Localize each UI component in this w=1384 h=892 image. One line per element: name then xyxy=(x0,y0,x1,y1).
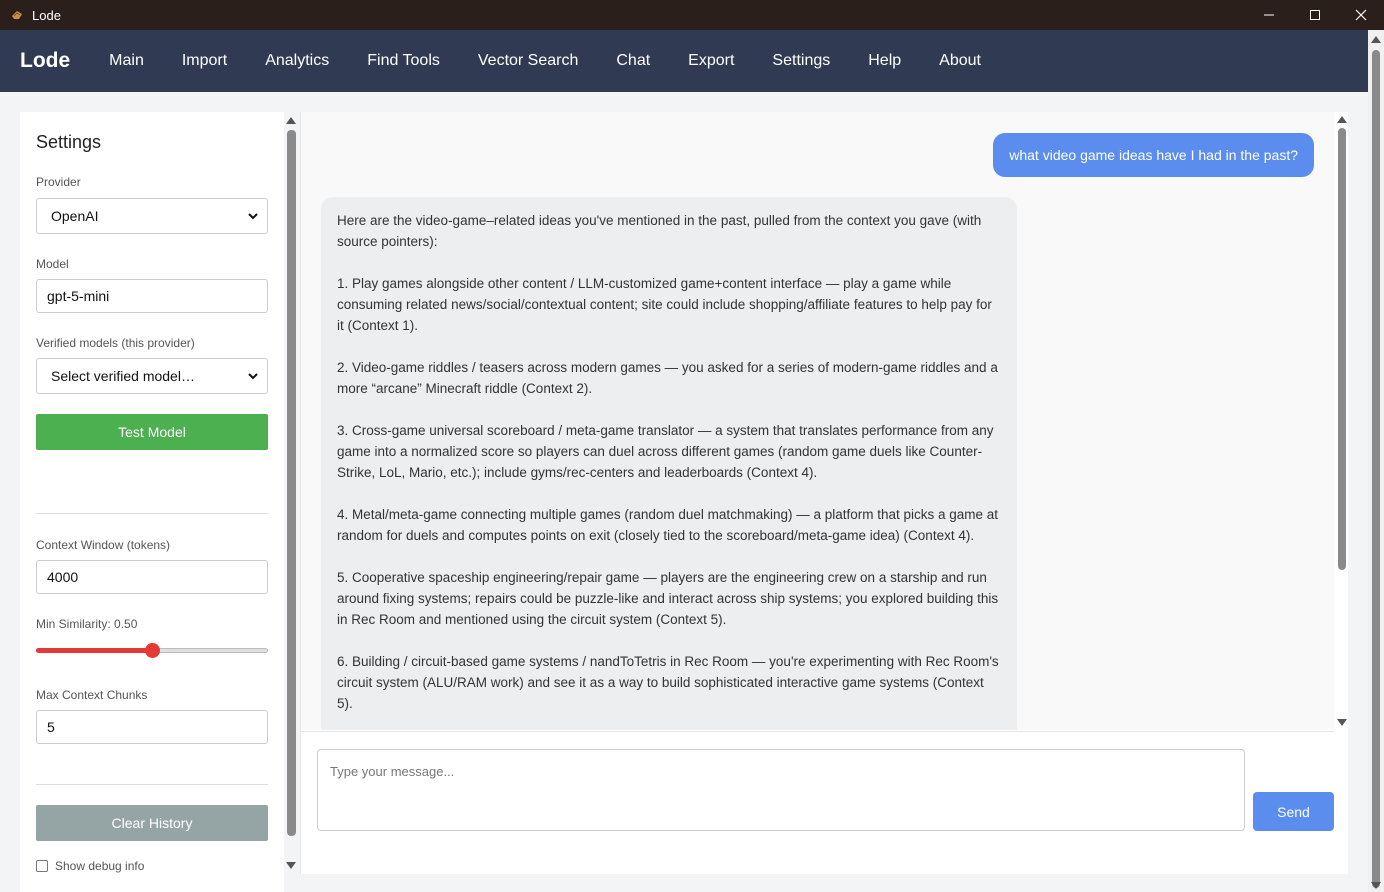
minimize-button[interactable] xyxy=(1246,0,1292,30)
context-window-input[interactable]: 4000 xyxy=(36,560,268,594)
send-button[interactable]: Send xyxy=(1253,792,1334,831)
model-input[interactable]: gpt-5-mini xyxy=(36,279,268,313)
assistant-paragraph: 1. Play games alongside other content / … xyxy=(337,276,992,333)
nav-analytics[interactable]: Analytics xyxy=(265,52,329,70)
max-chunks-input[interactable]: 5 xyxy=(36,710,268,744)
provider-select-value: OpenAI xyxy=(51,208,99,224)
model-label: Model xyxy=(36,257,69,271)
assistant-paragraph: 3. Cross-game universal scoreboard / met… xyxy=(337,423,994,480)
debug-checkbox[interactable] xyxy=(36,860,48,872)
nav-help[interactable]: Help xyxy=(868,52,901,70)
assistant-message-bubble: Here are the video-game–related ideas yo… xyxy=(321,197,1017,730)
scroll-up-arrow-icon[interactable] xyxy=(286,117,296,124)
chat-panel: what video game ideas have I had in the … xyxy=(300,112,1348,874)
test-model-button[interactable]: Test Model xyxy=(36,414,268,450)
nav-main[interactable]: Main xyxy=(109,52,144,70)
provider-label: Provider xyxy=(36,175,81,189)
nav-about[interactable]: About xyxy=(939,52,981,70)
maximize-icon xyxy=(1310,10,1320,20)
nav-vector-search[interactable]: Vector Search xyxy=(478,52,579,70)
verified-models-value: Select verified model… xyxy=(51,368,195,384)
debug-checkbox-label: Show debug info xyxy=(55,859,145,873)
scroll-up-arrow-icon[interactable] xyxy=(1337,116,1347,123)
sidebar-divider xyxy=(36,784,268,785)
top-navbar: Lode Main Import Analytics Find Tools Ve… xyxy=(0,30,1368,92)
close-button[interactable] xyxy=(1338,0,1384,30)
nav-settings[interactable]: Settings xyxy=(772,52,830,70)
close-icon xyxy=(1355,9,1367,21)
scroll-down-arrow-icon[interactable] xyxy=(1371,882,1381,889)
window-title: Lode xyxy=(32,7,61,23)
sidebar-title: Settings xyxy=(36,132,102,152)
window-scrollbar[interactable] xyxy=(1368,30,1384,892)
nav-chat[interactable]: Chat xyxy=(616,52,650,70)
sidebar-scroll-thumb[interactable] xyxy=(287,130,296,836)
provider-select[interactable]: OpenAI xyxy=(36,198,268,234)
chat-scrollbar[interactable] xyxy=(1334,112,1349,730)
assistant-paragraph: 2. Video-game riddles / teasers across m… xyxy=(337,360,998,396)
message-input[interactable]: Type your message... xyxy=(317,749,1245,831)
chevron-down-icon xyxy=(248,373,258,380)
assistant-paragraph: 5. Cooperative spaceship engineering/rep… xyxy=(337,570,999,627)
max-chunks-label: Max Context Chunks xyxy=(36,688,148,702)
debug-checkbox-row[interactable]: Show debug info xyxy=(36,859,144,873)
scroll-up-arrow-icon[interactable] xyxy=(1371,36,1381,43)
user-message-bubble: what video game ideas have I had in the … xyxy=(993,133,1314,177)
settings-sidebar: Settings Provider OpenAI Model gpt-5-min… xyxy=(20,112,284,892)
minimize-icon xyxy=(1264,14,1274,16)
context-window-label: Context Window (tokens) xyxy=(36,538,171,552)
assistant-paragraph: 4. Metal/meta-game connecting multiple g… xyxy=(337,507,999,543)
scroll-down-arrow-icon[interactable] xyxy=(286,862,296,869)
slider-knob[interactable] xyxy=(144,643,160,658)
nav-export[interactable]: Export xyxy=(688,52,734,70)
lode-app-icon xyxy=(12,11,22,19)
verified-models-select[interactable]: Select verified model… xyxy=(36,358,268,394)
assistant-paragraph: Here are the video-game–related ideas yo… xyxy=(337,213,982,249)
window-titlebar: Lode xyxy=(0,0,1384,30)
clear-history-button[interactable]: Clear History xyxy=(36,805,268,841)
sidebar-divider xyxy=(36,513,268,514)
message-list: what video game ideas have I had in the … xyxy=(301,112,1334,730)
assistant-paragraph: 6. Building / circuit-based game systems… xyxy=(337,654,999,711)
nav-import[interactable]: Import xyxy=(182,52,227,70)
verified-models-label: Verified models (this provider) xyxy=(36,336,195,350)
slider-fill xyxy=(36,648,152,653)
nav-find-tools[interactable]: Find Tools xyxy=(367,52,440,70)
window-scroll-thumb[interactable] xyxy=(1372,50,1380,888)
sidebar-scrollbar[interactable] xyxy=(284,112,300,874)
message-composer: Type your message... Send xyxy=(301,731,1334,874)
min-similarity-slider[interactable] xyxy=(36,642,268,658)
min-similarity-label: Min Similarity: 0.50 xyxy=(36,617,138,631)
scroll-down-arrow-icon[interactable] xyxy=(1337,719,1347,726)
brand-logo[interactable]: Lode xyxy=(20,49,70,73)
maximize-button[interactable] xyxy=(1292,0,1338,30)
chat-scroll-thumb[interactable] xyxy=(1338,128,1346,570)
chevron-down-icon xyxy=(248,213,258,220)
